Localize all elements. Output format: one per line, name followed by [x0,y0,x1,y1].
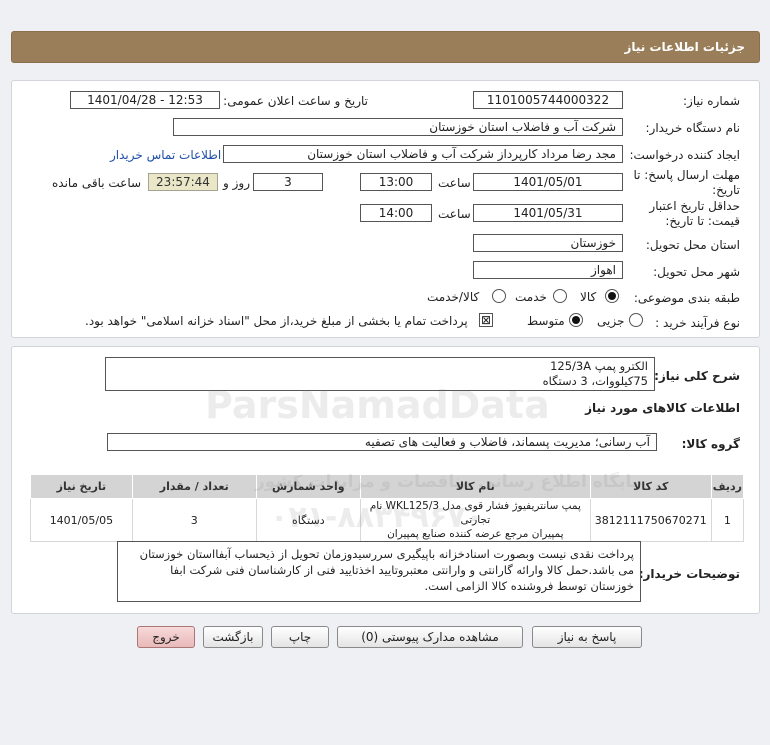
category-goods-service-label: کالا/خدمت [427,290,480,304]
category-service-radio[interactable] [553,289,567,303]
goods-group-label: گروه کالا: [681,437,740,451]
days-field: 3 [253,173,323,191]
cell-row: 1 [710,498,745,542]
announce-label: تاریخ و ساعت اعلان عمومی: [223,94,368,108]
category-goods-label: کالا [580,290,597,304]
province-field: خوزستان [473,234,623,252]
description-line-1: الکترو پمپ 125/3A [550,359,648,373]
creator-label: ایجاد کننده درخواست: [629,148,740,162]
purchase-minor-label: جزیی [597,314,625,328]
cell-name-line-2: پمپیران مرجع عرضه کننده صنایع پمپیران [387,528,564,540]
reply-button[interactable]: پاسخ به نیاز [532,626,642,648]
remaining-label: ساعت باقی مانده [52,176,142,190]
deadline-time-label: ساعت [438,176,471,190]
need-number-field: 1101005744000322 [473,91,623,109]
purchase-type-label: نوع فرآیند خرید : [655,316,740,330]
treasury-checkbox[interactable]: ⊠ [479,313,493,327]
category-label: طبقه بندی موضوعی: [633,291,740,305]
need-number-label: شماره نیاز: [683,94,740,108]
page-header: جزئیات اطلاعات نیاز [11,31,760,63]
validity-date-field: 1401/05/31 [473,204,623,222]
attachments-button[interactable]: مشاهده مدارک پیوستی (0) [337,626,523,648]
validity-label-line2: قیمت: تا تاریخ: [665,214,740,228]
buyer-field: شرکت آب و فاضلاب استان خوزستان [173,118,623,136]
validity-time-label: ساعت [438,207,471,221]
col-row: ردیف [710,474,745,499]
buyer-notes-label: توضیحات خریدار: [638,567,740,581]
deadline-label-line2: تاریخ: [712,183,740,197]
purchase-minor-radio[interactable] [629,313,643,327]
cell-unit: دستگاه [255,498,361,542]
col-name: نام کالا [359,474,591,499]
days-label: روز و [223,176,250,190]
buyer-contact-link[interactable]: اطلاعات تماس خریدار [110,148,221,162]
buyer-notes-box: پرداخت نقدی نیست وبصورت اسنادخزانه باپیگ… [117,541,641,602]
announce-datetime-field: 1401/04/28 - 12:53 [70,91,220,109]
city-label: شهر محل تحویل: [653,265,740,279]
page-title: جزئیات اطلاعات نیاز [624,40,745,54]
validity-label-line1: حداقل تاریخ اعتبار [649,199,740,213]
cell-date: 1401/05/05 [30,498,133,542]
table-row: 1 3812111750670271 پمپ سانتریفیوژ فشار ق… [30,498,745,542]
cell-code: 3812111750670271 [589,498,712,542]
remaining-timer: 23:57:44 [148,173,218,191]
province-label: استان محل تحویل: [645,238,740,252]
goods-section-title: اطلاعات کالاهای مورد نیاز [585,401,740,415]
exit-button[interactable]: خروج [137,626,195,648]
deadline-date-field: 1401/05/01 [473,173,623,191]
col-unit: واحد شمارش [255,474,361,499]
print-button[interactable]: چاپ [271,626,329,648]
description-line-2: 75کیلووات، 3 دستگاه [542,374,648,388]
buyer-label: نام دستگاه خریدار: [645,121,741,135]
goods-table: ردیف کد کالا نام کالا واحد شمارش تعداد /… [30,474,745,542]
treasury-note: پرداخت تمام یا بخشی از مبلغ خرید،از محل … [85,314,468,328]
col-code: کد کالا [589,474,712,499]
deadline-time-field: 13:00 [360,173,432,191]
purchase-medium-radio[interactable] [569,313,583,327]
goods-table-header: ردیف کد کالا نام کالا واحد شمارش تعداد /… [30,474,745,499]
description-label: شرح کلی نیاز: [654,369,740,383]
category-goods-radio[interactable] [605,289,619,303]
purchase-medium-label: متوسط [527,314,565,328]
col-date: تاریخ نیاز [30,474,133,499]
creator-field: مجد رضا مرداد کارپرداز شرکت آب و فاضلاب … [223,145,623,163]
cell-name: پمپ سانتریفیوژ فشار قوی مدل WKL125/3 نام… [359,498,591,542]
category-service-label: خدمت [515,290,547,304]
category-goods-service-radio[interactable] [492,289,506,303]
goods-group-field: آب رسانی؛ مدیریت پسماند، فاضلاب و فعالیت… [107,433,657,451]
deadline-label-line1: مهلت ارسال پاسخ: تا [633,168,740,182]
description-box: الکترو پمپ 125/3A 75کیلووات، 3 دستگاه [105,357,655,391]
col-qty: تعداد / مقدار [131,474,257,499]
cell-qty: 3 [131,498,257,542]
validity-time-field: 14:00 [360,204,432,222]
city-field: اهواز [473,261,623,279]
back-button[interactable]: بازگشت [203,626,263,648]
cell-name-line-1: پمپ سانتریفیوژ فشار قوی مدل WKL125/3 نام… [369,500,581,526]
